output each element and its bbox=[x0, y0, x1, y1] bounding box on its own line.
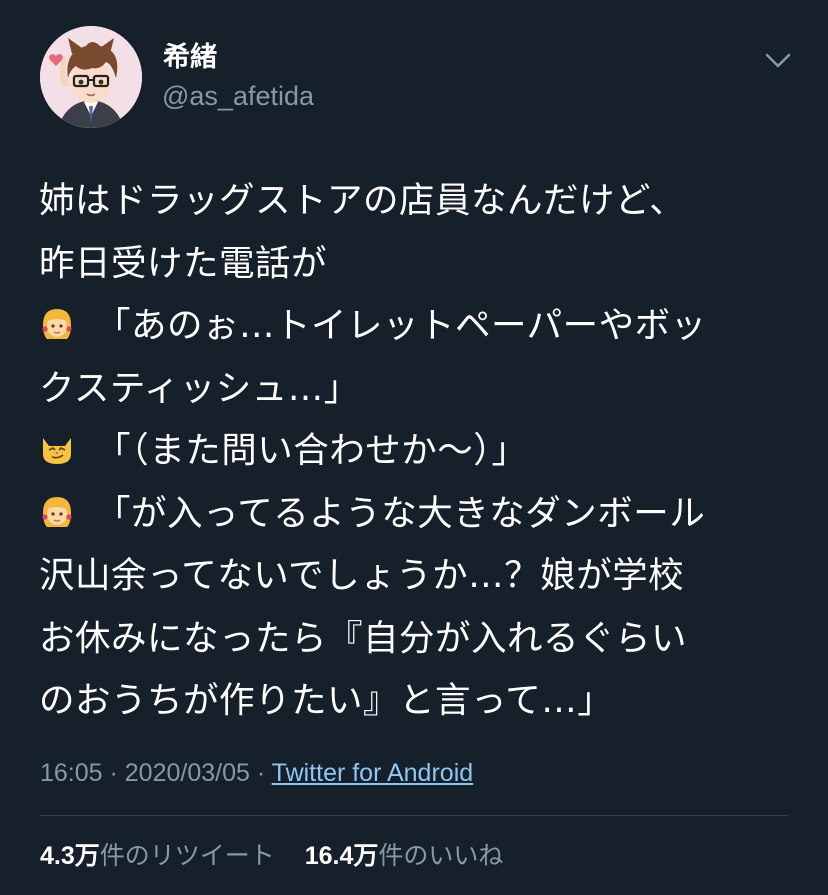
display-name[interactable]: 希緒 bbox=[163, 42, 217, 74]
avatar[interactable] bbox=[40, 26, 142, 128]
tweet-line: クスティッシュ…」 bbox=[39, 367, 360, 409]
smirk-cat-emoji-icon bbox=[39, 424, 75, 464]
chevron-down-icon bbox=[765, 53, 791, 68]
tweet-time: 16:05 bbox=[40, 759, 103, 787]
retweet-label: 件のリツイート bbox=[99, 841, 275, 870]
tweet-line: 「あのぉ…トイレットペーパーやボッ bbox=[39, 295, 799, 358]
user-handle[interactable]: @as_afetida bbox=[162, 80, 314, 112]
like-label: 件のいいね bbox=[378, 841, 504, 870]
tweet-line: 「（また問い合わせか〜）」 bbox=[39, 420, 799, 483]
tweet-date: 2020/03/05 bbox=[124, 759, 250, 787]
girl-emoji-icon bbox=[39, 299, 75, 339]
retweet-count: 4.3万 bbox=[40, 842, 100, 870]
tweet-line: 姉はドラッグストアの店員なんだけど、 bbox=[39, 180, 686, 221]
like-count: 16.4万 bbox=[304, 842, 379, 870]
tweet-line: 沢山余ってないでしょうか…？娘が学校 bbox=[39, 555, 685, 596]
tweet-stats: 4.3万件のリツイート 16.4万件のいいね bbox=[40, 840, 503, 872]
retweets-stat[interactable]: 4.3万件のリツイート bbox=[40, 840, 275, 872]
tweet-detail: 希緒 @as_afetida 姉はドラッグストアの店員なんだけど、 昨日受けた電… bbox=[0, 0, 828, 895]
tweet-text: 姉はドラッグストアの店員なんだけど、 昨日受けた電話が 「あのぉ…トイレットペー… bbox=[39, 170, 799, 733]
meta-separator: · bbox=[102, 759, 125, 787]
girl-emoji-icon bbox=[39, 487, 75, 527]
tweet-line: 昨日受けた電話が bbox=[39, 242, 328, 284]
meta-separator: · bbox=[249, 759, 272, 787]
tweet-line: お休みになったら『自分が入れるぐらい bbox=[39, 617, 688, 659]
likes-stat[interactable]: 16.4万件のいいね bbox=[305, 840, 504, 872]
tweet-menu-button[interactable] bbox=[760, 42, 796, 78]
tweet-line: 「が入ってるような大きなダンボール bbox=[39, 483, 799, 546]
source-link[interactable]: Twitter for Android bbox=[272, 759, 473, 787]
tweet-line: のおうちが作りたい』と言って…」 bbox=[39, 680, 614, 721]
divider bbox=[40, 815, 788, 816]
tweet-metadata: 16:05 · 2020/03/05 · Twitter for Android bbox=[40, 757, 473, 789]
avatar-illustration bbox=[40, 26, 142, 128]
